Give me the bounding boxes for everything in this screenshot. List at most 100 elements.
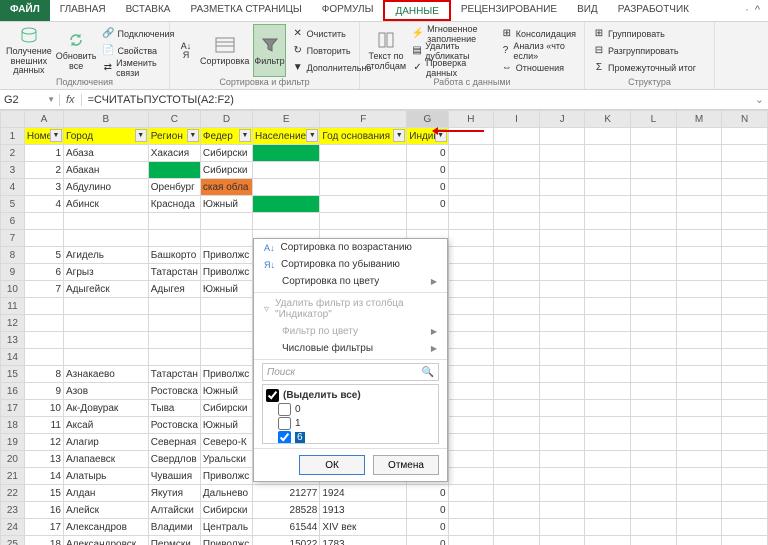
- cell[interactable]: [722, 434, 768, 451]
- cell[interactable]: [585, 196, 631, 213]
- cell[interactable]: [585, 179, 631, 196]
- cell[interactable]: [64, 230, 149, 247]
- cell[interactable]: [253, 213, 320, 230]
- cell[interactable]: [631, 502, 677, 519]
- cell[interactable]: [494, 349, 540, 366]
- cell[interactable]: [631, 519, 677, 536]
- row-header[interactable]: 4: [1, 179, 25, 196]
- cell[interactable]: Владими: [148, 519, 200, 536]
- cell[interactable]: 28528: [253, 502, 320, 519]
- cell[interactable]: 0: [407, 196, 448, 213]
- cell[interactable]: [320, 213, 407, 230]
- cell[interactable]: [448, 145, 494, 162]
- cell[interactable]: [494, 281, 540, 298]
- row-header[interactable]: 14: [1, 349, 25, 366]
- refresh-all-button[interactable]: Обновить все: [56, 24, 97, 77]
- filter-dropdown-icon[interactable]: ▼: [393, 129, 405, 142]
- cell[interactable]: [320, 179, 407, 196]
- cell[interactable]: [539, 179, 585, 196]
- cell[interactable]: [253, 145, 320, 162]
- cell[interactable]: [631, 383, 677, 400]
- cell[interactable]: 11: [24, 417, 63, 434]
- cell[interactable]: [722, 502, 768, 519]
- cell[interactable]: Алейск: [64, 502, 149, 519]
- expand-formula-icon[interactable]: ⌄: [751, 93, 768, 106]
- cell[interactable]: 1924: [320, 485, 407, 502]
- tab-data[interactable]: ДАННЫЕ: [383, 0, 450, 21]
- cell[interactable]: [539, 536, 585, 545]
- cell[interactable]: [676, 485, 722, 502]
- cell[interactable]: [448, 468, 494, 485]
- cell[interactable]: [539, 417, 585, 434]
- cell[interactable]: [585, 230, 631, 247]
- cell[interactable]: [631, 536, 677, 545]
- cell[interactable]: [722, 264, 768, 281]
- cell[interactable]: [494, 536, 540, 545]
- sort-by-color-item[interactable]: Сортировка по цвету▶: [254, 273, 447, 290]
- cell[interactable]: [448, 196, 494, 213]
- row-header[interactable]: 17: [1, 400, 25, 417]
- cell[interactable]: [494, 230, 540, 247]
- cell[interactable]: [148, 162, 200, 179]
- cell[interactable]: [448, 519, 494, 536]
- cell[interactable]: [494, 434, 540, 451]
- what-if-button[interactable]: ?Анализ «что если»: [499, 43, 578, 59]
- properties-button[interactable]: 📄Свойства: [101, 43, 177, 59]
- cell[interactable]: [539, 298, 585, 315]
- cell[interactable]: 0: [407, 145, 448, 162]
- cell[interactable]: [585, 264, 631, 281]
- cell[interactable]: 7: [24, 281, 63, 298]
- cell[interactable]: [722, 230, 768, 247]
- cell[interactable]: [722, 468, 768, 485]
- cell[interactable]: 16: [24, 502, 63, 519]
- cell[interactable]: Оренбург: [148, 179, 200, 196]
- filter-values-tree[interactable]: (Выделить все) 0 1 6: [262, 384, 439, 444]
- cell[interactable]: [448, 332, 494, 349]
- cell[interactable]: [407, 213, 448, 230]
- cell[interactable]: [539, 145, 585, 162]
- cell[interactable]: [676, 400, 722, 417]
- cell[interactable]: Дальнево: [200, 485, 252, 502]
- cell[interactable]: Приволжс: [200, 264, 252, 281]
- cell[interactable]: Аксай: [64, 417, 149, 434]
- cell[interactable]: [631, 400, 677, 417]
- cell[interactable]: [585, 349, 631, 366]
- cell[interactable]: [539, 383, 585, 400]
- cell[interactable]: [585, 332, 631, 349]
- filter-value-6[interactable]: 6: [278, 430, 435, 444]
- cell[interactable]: [64, 298, 149, 315]
- cell[interactable]: [631, 451, 677, 468]
- cell[interactable]: [676, 264, 722, 281]
- row-header[interactable]: 11: [1, 298, 25, 315]
- cell[interactable]: [24, 213, 63, 230]
- cell[interactable]: [585, 145, 631, 162]
- cell[interactable]: [631, 213, 677, 230]
- cell[interactable]: [448, 349, 494, 366]
- filter-dropdown-icon[interactable]: ▼: [239, 129, 251, 142]
- cell[interactable]: [494, 502, 540, 519]
- cell[interactable]: Централь: [200, 519, 252, 536]
- cell[interactable]: Южный: [200, 281, 252, 298]
- cell[interactable]: [631, 128, 677, 145]
- cell[interactable]: Алагир: [64, 434, 149, 451]
- cell[interactable]: [722, 417, 768, 434]
- cell[interactable]: [539, 264, 585, 281]
- cell[interactable]: [631, 349, 677, 366]
- cell[interactable]: [722, 451, 768, 468]
- col-header[interactable]: L: [631, 111, 677, 128]
- col-header[interactable]: G: [407, 111, 448, 128]
- cell[interactable]: [148, 213, 200, 230]
- cell[interactable]: Татарстан: [148, 366, 200, 383]
- cell[interactable]: [539, 247, 585, 264]
- cell[interactable]: [676, 502, 722, 519]
- cell[interactable]: Свердлов: [148, 451, 200, 468]
- cell[interactable]: Абдулино: [64, 179, 149, 196]
- row-header[interactable]: 2: [1, 145, 25, 162]
- cell[interactable]: [494, 332, 540, 349]
- cell[interactable]: Ростовска: [148, 417, 200, 434]
- cell[interactable]: Тыва: [148, 400, 200, 417]
- cell[interactable]: [539, 519, 585, 536]
- cell[interactable]: 13: [24, 451, 63, 468]
- cell[interactable]: [64, 332, 149, 349]
- ok-button[interactable]: ОК: [299, 455, 365, 475]
